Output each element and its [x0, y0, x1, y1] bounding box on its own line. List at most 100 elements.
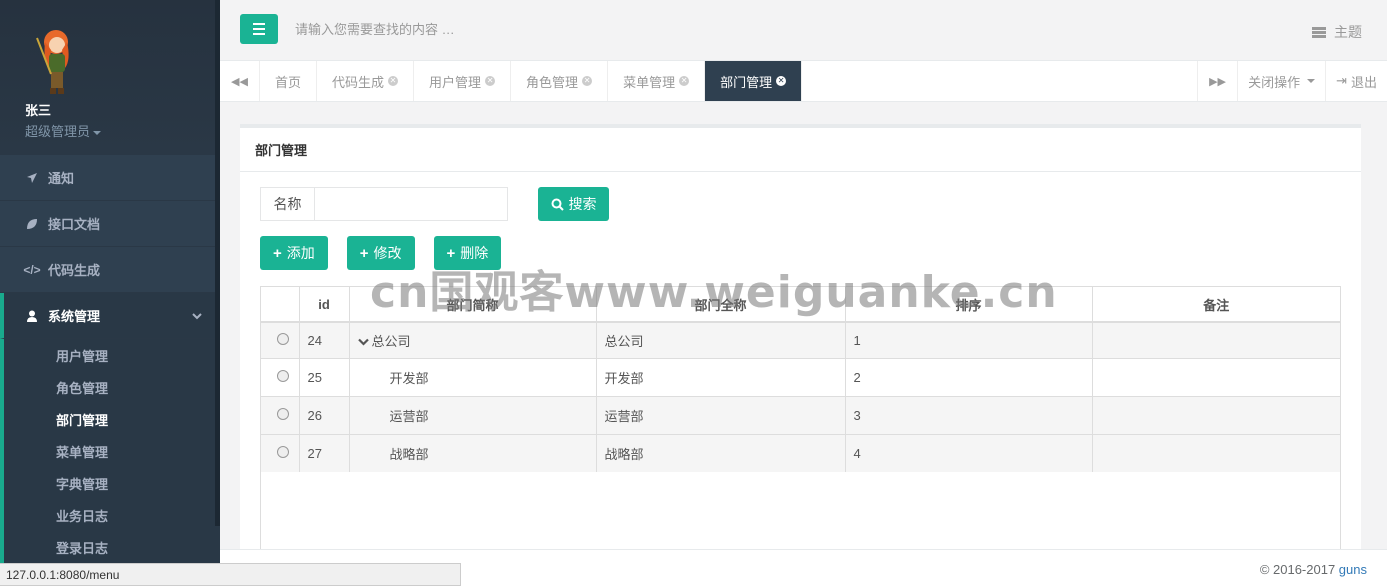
tab-label: 代码生成: [332, 74, 385, 90]
chevron-down-icon[interactable]: [357, 338, 369, 349]
user-icon: [24, 310, 40, 322]
cell-simple-name: 运营部: [349, 395, 597, 434]
sign-out-icon: ⇥: [1336, 73, 1347, 88]
close-icon[interactable]: ✕: [776, 76, 787, 86]
tab-dept-mgmt[interactable]: 部门管理 ✕: [705, 61, 803, 101]
hamburger-icon-bar: [253, 28, 265, 30]
edit-button-label: 修改: [373, 245, 402, 261]
sidebar-item-label: 系统管理: [48, 309, 101, 324]
column-header-note[interactable]: 备注: [1092, 287, 1340, 323]
name-field-label: 名称: [261, 188, 315, 220]
table-row[interactable]: 25 开发部 开发部 2: [261, 357, 1340, 396]
row-radio[interactable]: [277, 369, 289, 382]
tab-label: 角色管理: [526, 74, 579, 90]
sidebar-subitem-dept[interactable]: 部门管理: [4, 403, 220, 435]
theme-label: 主题: [1334, 24, 1362, 40]
tab-role-mgmt[interactable]: 角色管理 ✕: [511, 61, 609, 101]
name-input-group: 名称: [260, 187, 508, 221]
user-role-dropdown[interactable]: 超级管理员: [25, 121, 220, 140]
sidebar-submenu: 用户管理 角色管理 部门管理 菜单管理 字典管理 业务日志 登录日志: [0, 339, 220, 563]
search-icon: [551, 198, 564, 211]
close-icon[interactable]: ✕: [582, 76, 593, 86]
sidebar-item-label: 代码生成: [48, 263, 101, 278]
table-row[interactable]: 24 总公司 总公司 1: [261, 321, 1340, 358]
browser-status-bar: 127.0.0.1:8080/menu: [0, 563, 461, 586]
close-icon[interactable]: ✕: [388, 76, 399, 86]
top-navbar: 主题: [220, 0, 1387, 61]
plus-icon: +: [273, 244, 282, 262]
tab-code-gen[interactable]: 代码生成 ✕: [317, 61, 415, 101]
sidebar-subitem-login-log[interactable]: 登录日志: [4, 531, 220, 563]
tab-label: 菜单管理: [623, 74, 676, 90]
chevron-down-icon: [192, 308, 202, 323]
menu-toggle-button[interactable]: [240, 14, 278, 44]
brand-link[interactable]: guns: [1339, 562, 1367, 577]
sidebar-subitem-user[interactable]: 用户管理: [4, 339, 220, 371]
profile-area: 张三 超级管理员: [0, 0, 220, 155]
sidebar-subitem-role[interactable]: 角色管理: [4, 371, 220, 403]
code-icon: </>: [23, 262, 41, 277]
avatar[interactable]: [29, 28, 83, 96]
cell-full-name: 总公司: [596, 321, 846, 358]
content-panel: 部门管理 名称 搜索 + 添加 + 修改 + 删除 id 部门简称 部门全称 排序 备…: [240, 124, 1361, 568]
table-header-row: id 部门简称 部门全称 排序 备注: [261, 287, 1340, 323]
column-header-order[interactable]: 排序: [845, 287, 1093, 323]
leaf-icon: [24, 218, 40, 230]
cell-full-name: 战略部: [596, 433, 846, 472]
sidebar: 张三 超级管理员 通知 接口文档 </> 代码生成 系统管理 用户管理 角色管理…: [0, 0, 220, 586]
sidebar-subitem-menu[interactable]: 菜单管理: [4, 435, 220, 467]
tab-user-mgmt[interactable]: 用户管理 ✕: [414, 61, 512, 101]
sidebar-subitem-dict[interactable]: 字典管理: [4, 467, 220, 499]
table-row[interactable]: 26 运营部 运营部 3: [261, 395, 1340, 434]
caret-down-icon: [1307, 79, 1316, 83]
footer-copyright: © 2016-2017 guns: [1260, 562, 1367, 577]
delete-button-label: 删除: [460, 245, 489, 261]
tabs-scroll-right-button[interactable]: ▶▶: [1197, 61, 1237, 101]
name-field[interactable]: [315, 188, 507, 220]
add-button[interactable]: + 添加: [260, 236, 328, 270]
hamburger-icon: [253, 23, 265, 25]
close-operations-dropdown[interactable]: 关闭操作: [1237, 61, 1325, 101]
row-radio[interactable]: [277, 332, 289, 345]
row-radio[interactable]: [277, 445, 289, 458]
theme-button[interactable]: 主题: [1312, 22, 1362, 42]
sidebar-item-code-gen[interactable]: </> 代码生成: [0, 247, 220, 293]
sidebar-item-notice[interactable]: 通知: [0, 155, 220, 201]
tab-label: 用户管理: [429, 74, 482, 90]
plus-icon: +: [359, 244, 369, 262]
tasks-icon: [1312, 26, 1326, 38]
cell-id: 26: [299, 395, 350, 434]
paper-plane-icon: [24, 172, 40, 184]
logout-button[interactable]: ⇥ 退出: [1325, 61, 1387, 101]
sidebar-item-system[interactable]: 系统管理: [0, 293, 220, 339]
search-form: 名称: [260, 187, 508, 221]
table-row[interactable]: 27 战略部 战略部 4: [261, 433, 1340, 472]
cell-order: 1: [845, 321, 1093, 358]
hamburger-icon-bar: [253, 33, 265, 35]
tab-label: 部门管理: [720, 74, 773, 90]
tab-menu-mgmt[interactable]: 菜单管理 ✕: [608, 61, 706, 101]
edit-button[interactable]: + 修改: [346, 236, 415, 270]
top-search-input[interactable]: [295, 22, 695, 37]
cell-simple-name: 开发部: [349, 357, 597, 396]
user-role-label: 超级管理员: [25, 124, 91, 139]
tabs-scroll-left-button[interactable]: ◀◀: [220, 61, 260, 101]
tab-label: 首页: [275, 74, 302, 90]
row-radio[interactable]: [277, 407, 289, 420]
column-header-simple-name[interactable]: 部门简称: [349, 287, 597, 323]
cell-note: [1092, 395, 1340, 434]
close-icon[interactable]: ✕: [679, 76, 690, 86]
logout-label: 退出: [1350, 74, 1377, 90]
close-icon[interactable]: ✕: [485, 76, 496, 86]
sidebar-item-api-docs[interactable]: 接口文档: [0, 201, 220, 247]
cell-simple-name: 总公司: [371, 333, 411, 349]
delete-button[interactable]: + 删除: [433, 236, 502, 270]
column-header-full-name[interactable]: 部门全称: [596, 287, 846, 323]
sidebar-subitem-biz-log[interactable]: 业务日志: [4, 499, 220, 531]
search-button[interactable]: 搜索: [538, 187, 609, 221]
column-header-id[interactable]: id: [299, 287, 350, 323]
tab-home[interactable]: 首页: [260, 61, 318, 101]
cell-note: [1092, 433, 1340, 472]
plus-icon: +: [446, 244, 456, 262]
sidebar-item-label: 接口文档: [48, 217, 101, 232]
